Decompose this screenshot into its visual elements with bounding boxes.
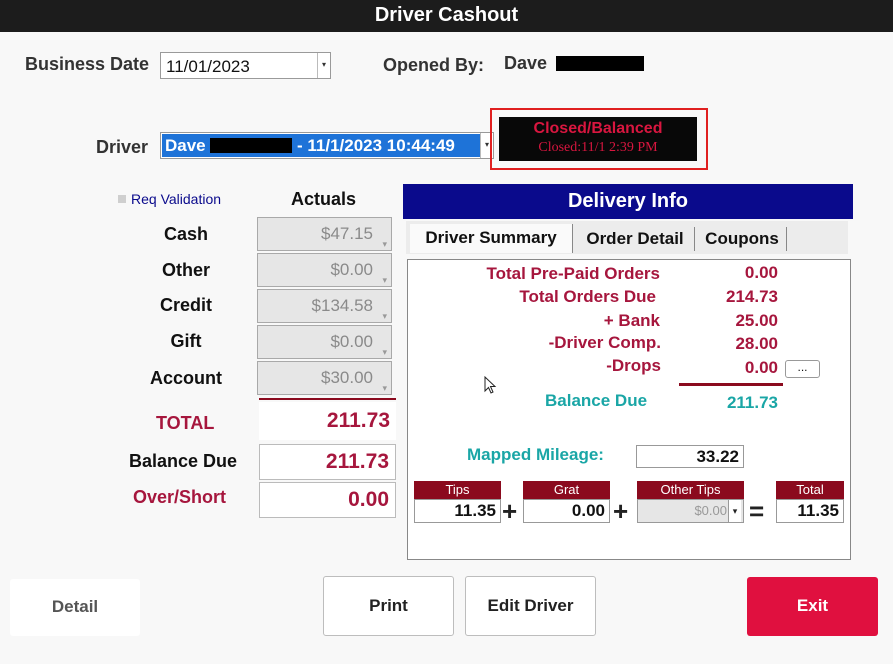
grat-group: Grat 0.00 — [523, 481, 610, 523]
actual-label-gift: Gift — [170, 331, 202, 351]
summary-label-bank: + Bank — [603, 311, 660, 330]
other-tips-select[interactable]: $0.00 ▾ — [637, 499, 744, 523]
grat-header: Grat — [523, 481, 610, 499]
summary-value-prepaid: 0.00 — [744, 263, 778, 282]
actual-label-credit: Credit — [159, 295, 212, 315]
tab-order-detail[interactable]: Order Detail — [576, 227, 695, 251]
mileage-value: 33.22 — [636, 445, 744, 468]
summary-label-driver-comp: -Driver Comp. — [548, 333, 661, 352]
status-closed-time: Closed:11/1 2:39 PM — [538, 140, 658, 155]
req-validation-checkbox[interactable] — [118, 195, 126, 203]
actuals-header: Actuals — [291, 189, 357, 209]
print-button[interactable]: Print — [323, 576, 454, 636]
summary-value-bank: 25.00 — [735, 311, 778, 330]
exit-button[interactable]: Exit — [747, 577, 878, 636]
grat-value[interactable]: 0.00 — [523, 499, 610, 523]
summary-balance-due-value: 211.73 — [726, 393, 778, 412]
driver-label: Driver — [96, 137, 149, 157]
business-date-label: Business Date — [25, 54, 150, 74]
tips-total-header: Total — [776, 481, 844, 499]
over-short-value: 0.00 — [259, 482, 396, 518]
chevron-down-icon[interactable]: ▾ — [317, 53, 330, 78]
status-title: Closed/Balanced — [533, 120, 663, 137]
actual-label-other: Other — [161, 260, 210, 280]
delivery-tabs: Driver Summary Order Detail Coupons — [406, 221, 848, 254]
detail-button[interactable]: Detail — [10, 579, 140, 636]
equals-operator: = — [749, 496, 765, 526]
driver-summary-panel: Total Pre-Paid Orders 0.00 Total Orders … — [407, 259, 851, 560]
actual-label-account: Account — [150, 368, 222, 388]
plus-operator: + — [613, 496, 629, 526]
chevron-down-icon[interactable]: ▾ — [728, 500, 741, 522]
tips-total-group: Total 11.35 — [776, 481, 844, 523]
actual-value-gift: $0.00 — [330, 332, 373, 351]
summary-balance-due-label: Balance Due — [545, 391, 648, 410]
redaction-bar — [210, 138, 292, 153]
actual-field-gift[interactable]: $0.00 ▾ — [257, 325, 392, 359]
total-divider — [259, 398, 396, 400]
summary-label-orders-due: Total Orders Due — [519, 287, 656, 306]
actual-value-account: $30.00 — [321, 368, 373, 387]
tab-coupons[interactable]: Coupons — [698, 227, 787, 251]
actual-label-cash: Cash — [163, 224, 208, 244]
actual-value-cash: $47.15 — [321, 224, 373, 243]
summary-divider — [679, 383, 783, 386]
req-validation-label: Req Validation — [131, 191, 222, 207]
summary-label-drops: -Drops — [606, 356, 661, 375]
summary-value-drops: 0.00 — [744, 358, 778, 377]
tab-driver-summary[interactable]: Driver Summary — [410, 224, 573, 253]
driver-select[interactable]: Dave - 11/1/2023 10:44:49 ▾ — [160, 132, 494, 159]
mileage-label: Mapped Mileage: — [467, 445, 604, 464]
balance-due-label: Balance Due — [129, 451, 238, 471]
window-title: Driver Cashout — [0, 0, 893, 32]
tips-group: Tips 11.35 — [414, 481, 501, 523]
actual-field-credit[interactable]: $134.58 ▾ — [257, 289, 392, 323]
other-tips-header: Other Tips — [637, 481, 744, 499]
status-frame: Closed/Balanced Closed:11/1 2:39 PM — [490, 108, 708, 170]
driver-name: Dave — [165, 136, 206, 155]
business-date-value: 11/01/2023 — [166, 57, 250, 76]
delivery-info-header: Delivery Info — [403, 184, 853, 219]
driver-shift-time: - 11/1/2023 10:44:49 — [297, 136, 455, 155]
edit-driver-button[interactable]: Edit Driver — [465, 576, 596, 636]
actual-field-other[interactable]: $0.00 ▾ — [257, 253, 392, 287]
balance-due-value: 211.73 — [259, 444, 396, 480]
driver-selected-item: Dave - 11/1/2023 10:44:49 — [162, 134, 480, 157]
other-tips-group: Other Tips $0.00 ▾ — [637, 481, 744, 523]
summary-value-driver-comp: 28.00 — [735, 334, 778, 353]
opened-by-label: Opened By: — [383, 55, 485, 75]
actual-field-cash[interactable]: $47.15 ▾ — [257, 217, 392, 251]
redaction-bar — [556, 56, 644, 71]
summary-label-prepaid: Total Pre-Paid Orders — [486, 264, 660, 283]
tips-value[interactable]: 11.35 — [414, 499, 501, 523]
mouse-cursor-icon — [484, 376, 497, 394]
status-badge: Closed/Balanced Closed:11/1 2:39 PM — [499, 117, 697, 161]
plus-operator: + — [502, 496, 518, 526]
actual-field-account[interactable]: $30.00 ▾ — [257, 361, 392, 395]
tips-total-value: 11.35 — [776, 499, 844, 523]
tips-header: Tips — [414, 481, 501, 499]
business-date-picker[interactable]: 11/01/2023 ▾ — [160, 52, 331, 79]
summary-value-orders-due: 214.73 — [726, 287, 778, 306]
actual-value-other: $0.00 — [330, 260, 373, 279]
over-short-label: Over/Short — [133, 487, 227, 507]
other-tips-value: $0.00 — [694, 503, 727, 518]
total-value: 211.73 — [259, 402, 396, 440]
drops-detail-button[interactable]: ... — [785, 360, 820, 378]
actual-value-credit: $134.58 — [311, 296, 373, 315]
opened-by-value: Dave — [504, 53, 548, 73]
total-label: TOTAL — [156, 413, 215, 433]
